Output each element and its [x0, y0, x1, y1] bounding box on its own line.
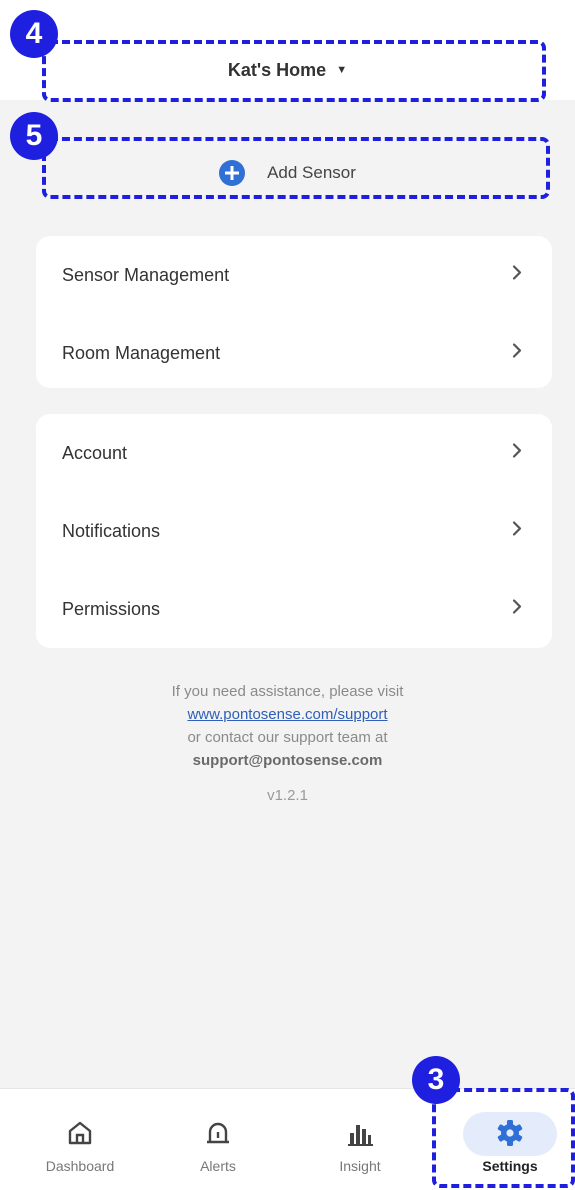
menu-item-permissions[interactable]: Permissions	[36, 570, 552, 648]
bar-chart-icon	[346, 1118, 374, 1148]
chevron-right-icon	[512, 343, 522, 364]
chevron-right-icon	[512, 521, 522, 542]
nav-item-insight[interactable]: Insight	[300, 1088, 420, 1190]
home-icon	[67, 1118, 93, 1148]
menu-item-label: Notifications	[62, 520, 161, 541]
menu-item-account[interactable]: Account	[36, 414, 552, 492]
support-link[interactable]: www.pontosense.com/support	[187, 706, 387, 723]
nav-item-label: Alerts	[200, 1158, 236, 1174]
account-card: Account Notifications Permissions	[36, 414, 552, 648]
menu-item-room-management[interactable]: Room Management	[36, 314, 552, 392]
nav-item-label: Insight	[339, 1158, 381, 1174]
nav-item-label: Dashboard	[45, 1158, 115, 1174]
support-email[interactable]: support@pontosense.com	[193, 752, 383, 769]
annotation-box-home-selector	[42, 40, 546, 102]
chevron-right-icon	[512, 443, 522, 464]
nav-item-alerts[interactable]: Alerts	[158, 1088, 278, 1190]
annotation-badge-3: 3	[412, 1056, 460, 1104]
menu-item-notifications[interactable]: Notifications	[36, 492, 552, 570]
menu-item-label: Sensor Management	[62, 264, 230, 285]
chevron-right-icon	[512, 599, 522, 620]
support-line: or contact our support team at	[187, 729, 388, 746]
annotation-badge-4: 4	[10, 10, 58, 58]
menu-item-label: Room Management	[62, 342, 221, 363]
menu-item-sensor-management[interactable]: Sensor Management	[36, 236, 552, 314]
nav-item-dashboard[interactable]: Dashboard	[20, 1088, 140, 1190]
annotation-box-settings	[432, 1088, 575, 1188]
menu-item-label: Account	[62, 442, 128, 463]
menu-item-label: Permissions	[62, 598, 161, 619]
chevron-right-icon	[512, 265, 522, 286]
settings-screen: Kat's Home ▼ Add Sensor Sensor Managemen…	[0, 0, 575, 1190]
annotation-badge-5: 5	[10, 112, 58, 160]
annotation-box-add-sensor	[42, 137, 550, 199]
support-info: If you need assistance, please visit www…	[0, 680, 575, 807]
management-card: Sensor Management Room Management	[36, 236, 552, 388]
support-line: If you need assistance, please visit	[171, 683, 404, 700]
alarm-icon	[204, 1118, 232, 1148]
app-version: v1.2.1	[267, 787, 308, 804]
